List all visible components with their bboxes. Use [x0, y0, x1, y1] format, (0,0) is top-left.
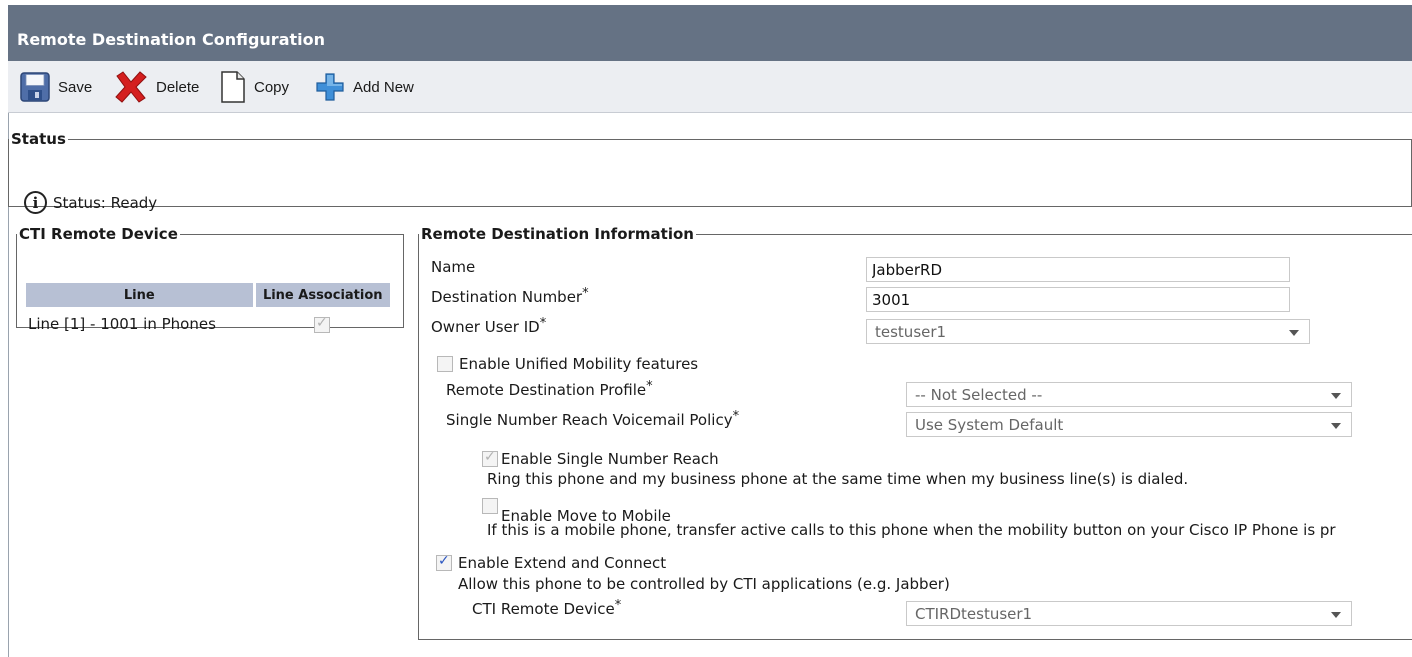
- destination-number-label-text: Destination Number: [431, 288, 583, 306]
- line-association-cell: [254, 307, 390, 341]
- chevron-down-icon: [1331, 612, 1341, 618]
- required-marker: *: [646, 379, 653, 394]
- status-row: i Status: Ready: [24, 191, 157, 214]
- status-text: Status: Ready: [53, 193, 158, 212]
- remote-destination-profile-label: Remote Destination Profile*: [446, 379, 653, 399]
- remote-destination-profile-select[interactable]: -- Not Selected --: [906, 382, 1352, 407]
- add-new-label: Add New: [353, 78, 414, 96]
- copy-icon: [220, 71, 246, 103]
- save-icon: [20, 72, 50, 102]
- cti-remote-device-section: CTI Remote Device Line Line Association …: [16, 225, 404, 333]
- unified-mobility-label: Enable Unified Mobility features: [459, 355, 699, 373]
- remote-destination-profile-value: -- Not Selected --: [915, 386, 1043, 404]
- snr-voicemail-policy-label: Single Number Reach Voicemail Policy*: [446, 409, 740, 429]
- owner-user-id-select[interactable]: testuser1: [866, 319, 1310, 344]
- cti-remote-device-select[interactable]: CTIRDtestuser1: [906, 601, 1352, 626]
- owner-user-id-value: testuser1: [875, 323, 947, 341]
- cti-remote-device-legend: CTI Remote Device: [19, 225, 178, 243]
- line-cell: Line [1] - 1001 in Phones: [28, 315, 216, 333]
- cti-remote-device-label: CTI Remote Device*: [472, 598, 622, 618]
- table-row: Line [1] - 1001 in Phones: [26, 307, 390, 341]
- extend-connect-label: Enable Extend and Connect: [458, 554, 667, 572]
- column-header-line: Line: [26, 283, 254, 307]
- name-label: Name: [431, 258, 476, 276]
- toolbar: Save Delete Copy Add New: [8, 61, 1412, 113]
- destination-number-field[interactable]: [866, 287, 1290, 312]
- destination-number-label: Destination Number*: [431, 286, 589, 306]
- add-new-button[interactable]: Add New: [315, 61, 414, 113]
- single-number-reach-row: Enable Single Number Reach: [482, 449, 719, 468]
- move-to-mobile-row: Enable Move to Mobile: [482, 497, 671, 525]
- delete-button[interactable]: Delete: [114, 61, 199, 113]
- required-marker: *: [582, 286, 589, 301]
- move-to-mobile-checkbox[interactable]: [482, 498, 498, 514]
- owner-user-id-label-text: Owner User ID: [431, 318, 540, 336]
- chevron-down-icon: [1331, 423, 1341, 429]
- delete-icon: [114, 71, 148, 103]
- column-header-line-association: Line Association: [252, 283, 390, 307]
- line-table: Line Line Association Line [1] - 1001 in…: [26, 283, 390, 341]
- single-number-reach-checkbox[interactable]: [482, 449, 498, 467]
- plus-icon: [315, 72, 345, 102]
- save-label: Save: [58, 78, 93, 96]
- snr-voicemail-policy-label-text: Single Number Reach Voicemail Policy: [446, 411, 733, 429]
- extend-connect-checkbox[interactable]: [436, 553, 452, 571]
- status-section: Status i Status: Ready: [8, 130, 1412, 214]
- required-marker: *: [539, 316, 547, 331]
- single-number-reach-description: Ring this phone and my business phone at…: [487, 470, 1189, 488]
- chevron-down-icon: [1331, 393, 1341, 399]
- required-marker: *: [732, 409, 740, 424]
- save-button[interactable]: Save: [20, 61, 92, 113]
- chevron-down-icon: [1289, 330, 1299, 336]
- unified-mobility-checkbox[interactable]: [437, 356, 453, 372]
- owner-user-id-label: Owner User ID*: [431, 316, 547, 336]
- remote-destination-profile-label-text: Remote Destination Profile: [446, 381, 647, 399]
- copy-button[interactable]: Copy: [220, 61, 289, 113]
- name-field[interactable]: [866, 257, 1290, 282]
- snr-voicemail-policy-select[interactable]: Use System Default: [906, 412, 1352, 437]
- remote-destination-information-legend: Remote Destination Information: [421, 225, 694, 243]
- extend-connect-row: Enable Extend and Connect: [436, 553, 667, 572]
- single-number-reach-label: Enable Single Number Reach: [501, 450, 719, 468]
- page-title: Remote Destination Configuration: [8, 5, 1412, 61]
- delete-label: Delete: [156, 78, 200, 96]
- cti-remote-device-value: CTIRDtestuser1: [915, 605, 1033, 623]
- unified-mobility-row: Enable Unified Mobility features: [437, 355, 698, 373]
- extend-connect-description: Allow this phone to be controlled by CTI…: [458, 575, 950, 593]
- move-to-mobile-description: If this is a mobile phone, transfer acti…: [487, 521, 1336, 539]
- required-marker: *: [614, 598, 622, 613]
- info-icon: i: [24, 191, 47, 214]
- copy-label: Copy: [254, 78, 290, 96]
- snr-voicemail-policy-value: Use System Default: [915, 416, 1064, 434]
- line-association-checkbox: [314, 315, 330, 333]
- cti-remote-device-label-text: CTI Remote Device: [472, 600, 615, 618]
- status-legend: Status: [11, 130, 66, 148]
